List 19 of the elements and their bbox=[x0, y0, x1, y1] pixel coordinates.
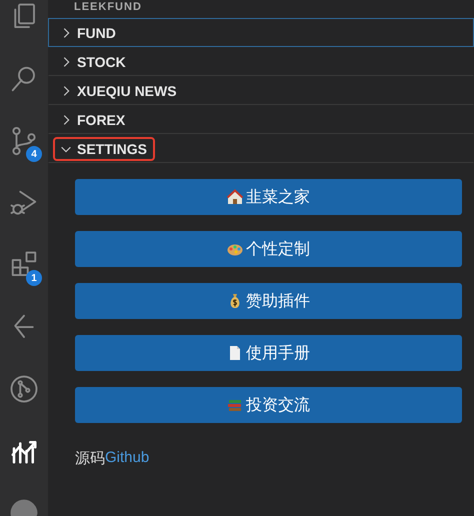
section-header[interactable]: FOREX bbox=[53, 108, 134, 132]
settings-button[interactable]: 使用手册 bbox=[75, 335, 462, 371]
section-header[interactable]: FUND bbox=[53, 20, 124, 44]
notification-badge: 4 bbox=[26, 146, 42, 162]
section-header[interactable]: SETTINGS bbox=[53, 136, 156, 160]
notification-badge: 1 bbox=[26, 270, 42, 286]
source-label: 源码 bbox=[75, 449, 105, 468]
github-link[interactable]: Github bbox=[105, 449, 150, 468]
settings-button[interactable]: 投资交流 bbox=[75, 387, 462, 423]
section-header[interactable]: XUEQIU NEWS bbox=[53, 78, 185, 102]
settings-button[interactable]: 韭菜之家 bbox=[75, 179, 462, 215]
document-icon bbox=[227, 345, 243, 361]
settings-button[interactable]: 赞助插件 bbox=[75, 283, 462, 319]
view-title: LEEKFUND bbox=[73, 0, 143, 15]
house-icon bbox=[227, 189, 243, 205]
pull-request-icon bbox=[9, 374, 39, 404]
books-icon bbox=[227, 397, 243, 413]
settings-button[interactable]: 个性定制 bbox=[75, 231, 462, 267]
section-header[interactable]: STOCK bbox=[53, 50, 134, 74]
